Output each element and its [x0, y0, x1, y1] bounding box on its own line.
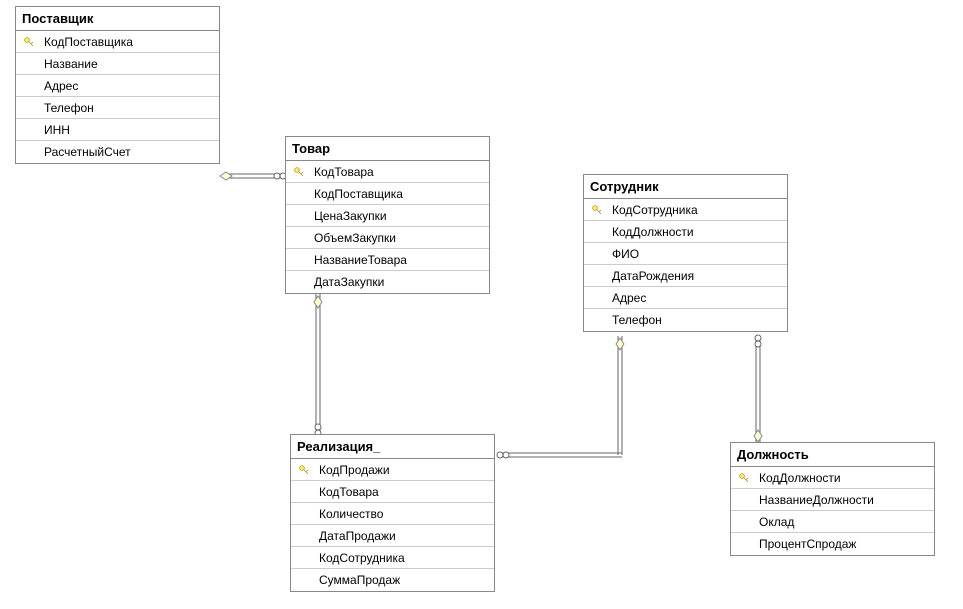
field-name: РасчетныйСчет — [38, 145, 131, 159]
field-name: Адрес — [38, 79, 78, 93]
table-row[interactable]: Телефон — [16, 97, 219, 119]
table-body: КодПродажи КодТовара Количество ДатаПрод… — [291, 459, 494, 591]
table-row[interactable]: СуммаПродаж — [291, 569, 494, 591]
table-row[interactable]: ФИО — [584, 243, 787, 265]
table-title[interactable]: Сотрудник — [584, 174, 787, 199]
table-title[interactable]: Поставщик — [16, 6, 219, 31]
field-name: ПроцентСпродаж — [753, 537, 856, 551]
field-name: КодПоставщика — [308, 187, 403, 201]
field-name: ДатаЗакупки — [308, 275, 384, 289]
field-name: КодСотрудника — [313, 551, 405, 565]
field-name: КодДолжности — [753, 471, 841, 485]
pk-icon — [290, 166, 308, 178]
field-name: ЦенаЗакупки — [308, 209, 387, 223]
field-name: КодПоставщика — [38, 35, 133, 49]
table-body: КодДолжности НазваниеДолжности Оклад Про… — [731, 467, 934, 555]
table-body: КодПоставщика Название Адрес Телефон ИНН… — [16, 31, 219, 163]
table-row[interactable]: КодСотрудника — [291, 547, 494, 569]
table-supplier[interactable]: Поставщик КодПоставщика Название Адрес Т… — [15, 6, 220, 164]
rel-product-sale — [314, 294, 322, 436]
table-product[interactable]: Товар КодТовара КодПоставщика ЦенаЗакупк… — [285, 136, 490, 294]
pk-icon — [20, 36, 38, 48]
field-name: СуммаПродаж — [313, 573, 400, 587]
table-row[interactable]: ОбъемЗакупки — [286, 227, 489, 249]
table-row[interactable]: КодСотрудника — [584, 199, 787, 221]
rel-supplier-product — [220, 172, 286, 180]
table-row[interactable]: Адрес — [16, 75, 219, 97]
field-name: ДатаРождения — [606, 269, 694, 283]
field-name: НазваниеТовара — [308, 253, 407, 267]
table-row[interactable]: НазваниеДолжности — [731, 489, 934, 511]
table-row[interactable]: КодТовара — [291, 481, 494, 503]
table-row[interactable]: РасчетныйСчет — [16, 141, 219, 163]
field-name: Название — [38, 57, 98, 71]
table-employee[interactable]: Сотрудник КодСотрудника КодДолжности ФИО… — [583, 174, 788, 332]
field-name: НазваниеДолжности — [753, 493, 874, 507]
table-row[interactable]: ИНН — [16, 119, 219, 141]
field-name: КодСотрудника — [606, 203, 698, 217]
table-position[interactable]: Должность КодДолжности НазваниеДолжности… — [730, 442, 935, 556]
table-row[interactable]: ПроцентСпродаж — [731, 533, 934, 555]
field-name: Адрес — [606, 291, 646, 305]
table-sale[interactable]: Реализация_ КодПродажи КодТовара Количес… — [290, 434, 495, 592]
field-name: ИНН — [38, 123, 70, 137]
field-name: ДатаПродажи — [313, 529, 396, 543]
table-row[interactable]: НазваниеТовара — [286, 249, 489, 271]
field-name: Оклад — [753, 515, 794, 529]
table-body: КодТовара КодПоставщика ЦенаЗакупки Объе… — [286, 161, 489, 293]
pk-icon — [588, 204, 606, 216]
field-name: КодТовара — [308, 165, 374, 179]
diagram-canvas: Поставщик КодПоставщика Название Адрес Т… — [0, 0, 963, 609]
table-row[interactable]: Количество — [291, 503, 494, 525]
pk-icon — [735, 472, 753, 484]
rel-employee-sale — [497, 336, 624, 458]
table-row[interactable]: ДатаЗакупки — [286, 271, 489, 293]
table-row[interactable]: КодДолжности — [731, 467, 934, 489]
table-row[interactable]: КодДолжности — [584, 221, 787, 243]
table-row[interactable]: Оклад — [731, 511, 934, 533]
table-row[interactable]: КодТовара — [286, 161, 489, 183]
table-row[interactable]: КодПродажи — [291, 459, 494, 481]
table-row[interactable]: ЦенаЗакупки — [286, 205, 489, 227]
table-row[interactable]: КодПоставщика — [16, 31, 219, 53]
table-title[interactable]: Реализация_ — [291, 434, 494, 459]
field-name: КодПродажи — [313, 463, 390, 477]
field-name: КодДолжности — [606, 225, 694, 239]
field-name: Телефон — [38, 101, 94, 115]
field-name: Количество — [313, 507, 383, 521]
pk-icon — [295, 464, 313, 476]
table-body: КодСотрудника КодДолжности ФИО ДатаРожде… — [584, 199, 787, 331]
field-name: Телефон — [606, 313, 662, 327]
field-name: ФИО — [606, 247, 639, 261]
table-row[interactable]: Название — [16, 53, 219, 75]
table-row[interactable]: Адрес — [584, 287, 787, 309]
table-row[interactable]: ДатаРождения — [584, 265, 787, 287]
table-row[interactable]: Телефон — [584, 309, 787, 331]
table-row[interactable]: ДатаПродажи — [291, 525, 494, 547]
field-name: ОбъемЗакупки — [308, 231, 396, 245]
table-row[interactable]: КодПоставщика — [286, 183, 489, 205]
table-title[interactable]: Должность — [731, 442, 934, 467]
table-title[interactable]: Товар — [286, 136, 489, 161]
rel-position-employee — [754, 335, 762, 442]
field-name: КодТовара — [313, 485, 379, 499]
